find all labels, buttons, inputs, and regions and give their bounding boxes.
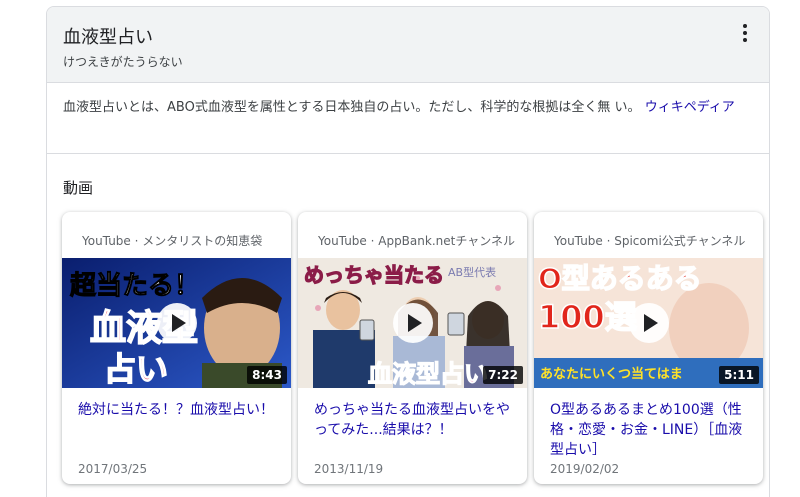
- video-card-1[interactable]: YouTube · メンタリストの知恵袋 超当たる！ 血液型 占い 8:43 絶…: [62, 212, 291, 484]
- wikipedia-link[interactable]: ウィキペディア: [645, 100, 735, 115]
- panel-header: 血液型占い けつえきがたうらない: [47, 7, 769, 83]
- video-source: YouTube · AppBank.netチャンネル: [318, 234, 515, 248]
- description-text: 血液型占いとは、ABO式血液型を属性とする日本独自の占い。ただし、科学的な根拠は…: [63, 100, 641, 115]
- video-card-2[interactable]: YouTube · AppBank.netチャンネル めっちゃ当たる AB型代表: [298, 212, 527, 484]
- video-source: YouTube · Spicomi公式チャンネル: [554, 234, 746, 248]
- panel-title: 血液型占い: [63, 27, 153, 48]
- video-title[interactable]: 絶対に当たる！？血液型占い！: [78, 400, 278, 420]
- video-duration: 8:43: [247, 366, 287, 384]
- thumb-text: AB型代表: [448, 265, 496, 279]
- play-icon[interactable]: [628, 303, 669, 343]
- video-title[interactable]: めっちゃ当たる血液型占いをやってみた...結果は？！: [314, 400, 514, 440]
- panel-description: 血液型占いとは、ABO式血液型を属性とする日本独自の占い。ただし、科学的な根拠は…: [63, 97, 753, 119]
- video-duration: 5:11: [719, 366, 759, 384]
- panel-subtitle: けつえきがたうらない: [63, 55, 183, 69]
- knowledge-panel: 血液型占い けつえきがたうらない 血液型占いとは、ABO式血液型を属性とする日本…: [46, 6, 770, 497]
- thumb-text: 占い: [104, 350, 168, 388]
- more-vert-icon[interactable]: [733, 21, 757, 45]
- thumb-text: 血液型占い: [368, 360, 488, 388]
- video-title[interactable]: O型あるあるまとめ100選（性格・恋愛・お金・LINE）［血液型占い］: [550, 400, 750, 460]
- thumb-text: 超当たる！: [70, 271, 200, 301]
- thumb-text: 100選: [538, 298, 637, 336]
- video-thumbnail[interactable]: めっちゃ当たる AB型代表 血液型占い 7:22: [298, 258, 527, 388]
- video-date: 2017/03/25: [78, 462, 148, 476]
- thumb-text: あなたにいくつ当てはま: [540, 366, 683, 382]
- videos-section-title: 動画: [63, 179, 94, 197]
- menu-dot: [743, 31, 747, 35]
- video-thumbnail[interactable]: O型あるある 100選 あなたにいくつ当てはま 5:11: [534, 258, 763, 388]
- menu-dot: [743, 24, 747, 28]
- video-date: 2019/02/02: [550, 462, 620, 476]
- menu-dot: [743, 38, 747, 42]
- video-source: YouTube · メンタリストの知恵袋: [82, 234, 263, 248]
- thumb-text: めっちゃ当たる: [304, 263, 444, 287]
- video-thumbnail[interactable]: 超当たる！ 血液型 占い 8:43: [62, 258, 291, 388]
- play-icon[interactable]: [156, 303, 197, 343]
- video-duration: 7:22: [483, 366, 523, 384]
- divider: [47, 153, 769, 154]
- thumb-text: O型あるある: [538, 262, 702, 295]
- video-card-3[interactable]: YouTube · Spicomi公式チャンネル O型あるある 100選 あなた…: [534, 212, 763, 484]
- video-date: 2013/11/19: [314, 462, 384, 476]
- play-icon[interactable]: [392, 303, 433, 343]
